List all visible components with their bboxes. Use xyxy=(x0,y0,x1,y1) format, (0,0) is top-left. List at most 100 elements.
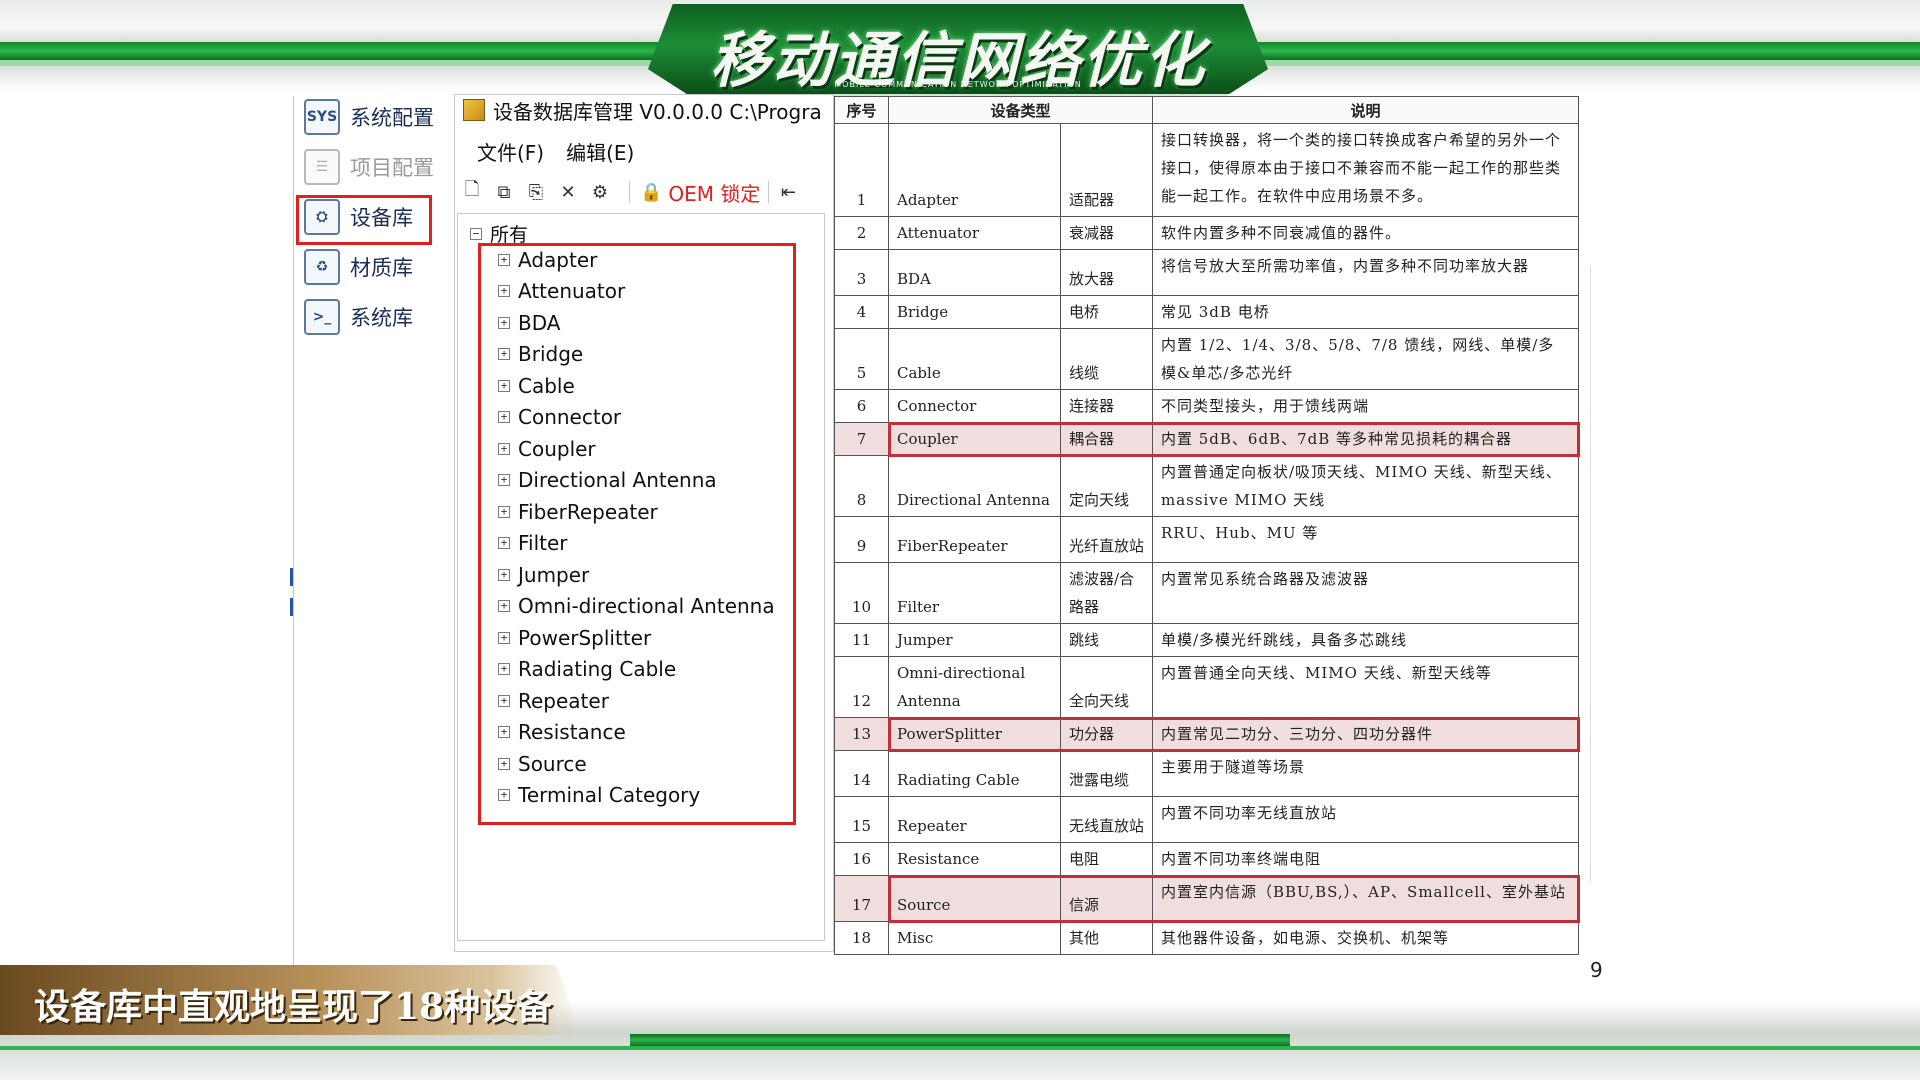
toolbar-separator xyxy=(768,181,770,203)
header-description: 说明 xyxy=(1152,96,1579,124)
table-row: 6 Connector 连接器 不同类型接头，用于馈线两端 xyxy=(834,389,1579,423)
device-name-en: FiberRepeater xyxy=(888,516,1061,563)
tree-highlight-box xyxy=(478,243,796,825)
table-row: 4 Bridge 电桥 常见 3dB 电桥 xyxy=(834,295,1579,329)
nav-label: 系统配置 xyxy=(350,106,434,130)
reference-table: 序号 设备类型 说明 1 Adapter 适配器 接口转换器，将一个类的接口转换成客户… xyxy=(834,96,1579,955)
device-description: 软件内置多种不同衰减值的器件。 xyxy=(1152,216,1579,250)
terminal-icon: >_ xyxy=(304,299,340,335)
oem-lock-label: OEM 锁定 xyxy=(668,181,761,206)
device-name-cn: 放大器 xyxy=(1060,249,1153,296)
lock-icon: 🔒 xyxy=(640,181,663,203)
window-title-bar: 设备数据库管理 V0.0.0.0 C:\Progra xyxy=(455,95,822,125)
device-name-cn: 电桥 xyxy=(1060,295,1153,329)
device-name-en: Radiating Cable xyxy=(888,750,1061,797)
device-name-cn: 连接器 xyxy=(1060,389,1153,423)
device-description: 内置 1/2、1/4、3/8、5/8、7/8 馈线，网线、单模/多模&单芯/多芯… xyxy=(1152,328,1579,390)
device-description: 主要用于隧道等场景 xyxy=(1152,750,1579,797)
new-doc-icon[interactable]: 🗋 xyxy=(461,179,483,203)
row-number: 11 xyxy=(834,623,889,657)
row-number: 16 xyxy=(834,842,889,876)
row-number: 8 xyxy=(834,455,889,517)
device-description: 内置普通定向板状/吸顶天线、MIMO 天线、新型天线、massive MIMO … xyxy=(1152,455,1579,517)
menu-edit[interactable]: 编辑(E) xyxy=(566,137,634,165)
row-number: 2 xyxy=(834,216,889,250)
bottom-green-line xyxy=(0,1046,1920,1050)
paste-doc-icon[interactable]: ⎘ xyxy=(525,181,547,203)
device-name-cn: 滤波器/合路器 xyxy=(1060,562,1153,624)
device-name-cn: 定向天线 xyxy=(1060,455,1153,517)
device-description: 内置不同功率终端电阻 xyxy=(1152,842,1579,876)
collapse-icon[interactable]: − xyxy=(470,227,482,240)
table-row: 18 Misc 其他 其他器件设备，如电源、交换机、机架等 xyxy=(834,921,1579,955)
toolbar-separator xyxy=(629,181,630,203)
table-row: 9 FiberRepeater 光纤直放站 RRU、Hub、MU 等 xyxy=(834,516,1579,563)
device-description: 其他器件设备，如电源、交换机、机架等 xyxy=(1152,921,1579,955)
recycle-icon: ♻ xyxy=(304,249,340,285)
sys-icon: SYS xyxy=(304,99,340,135)
row-number: 3 xyxy=(834,249,889,296)
device-name-en: Repeater xyxy=(888,796,1061,843)
table-row: 12 Omni-directional Antenna 全向天线 内置普通全向天线、M… xyxy=(834,656,1579,718)
device-name-cn: 跳线 xyxy=(1060,623,1153,657)
table-row: 3 BDA 放大器 将信号放大至所需功率值，内置多种不同功率放大器 xyxy=(834,249,1579,296)
device-description: 单模/多模光纤跳线，具备多芯跳线 xyxy=(1152,623,1579,657)
settings-icon[interactable]: ⚙ xyxy=(589,181,611,203)
device-description: 常见 3dB 电桥 xyxy=(1152,295,1579,329)
row-highlight-box xyxy=(887,716,1580,752)
device-description: 内置普通全向天线、MIMO 天线、新型天线等 xyxy=(1152,656,1579,718)
row-number: 6 xyxy=(834,389,889,423)
nav-item-material-library[interactable]: ♻ 材质库 xyxy=(304,246,444,288)
collapse-left-icon[interactable]: ⇤ xyxy=(777,181,799,203)
device-name-en: Attenuator xyxy=(888,216,1061,250)
nav-item-project-config[interactable]: ☰ 项目配置 xyxy=(304,146,444,188)
banner-subtitle: MOBILE COMMUNICATION NETWORK OPTIMIZATIO… xyxy=(834,80,1082,89)
device-description: 将信号放大至所需功率值，内置多种不同功率放大器 xyxy=(1152,249,1579,296)
row-number: 4 xyxy=(834,295,889,329)
nav-item-system-library[interactable]: >_ 系统库 xyxy=(304,296,444,338)
table-row: 15 Repeater 无线直放站 内置不同功率无线直放站 xyxy=(834,796,1579,843)
table-row: 10 Filter 滤波器/合路器 内置常见系统合路器及滤波器 xyxy=(834,562,1579,624)
device-name-cn: 线缆 xyxy=(1060,328,1153,390)
device-name-cn: 泄露电缆 xyxy=(1060,750,1153,797)
device-description: 接口转换器，将一个类的接口转换成客户希望的另外一个接口，使得原本由于接口不兼容而… xyxy=(1152,123,1579,217)
device-name-en: Adapter xyxy=(888,123,1061,217)
row-number: 17 xyxy=(834,875,889,922)
nav-item-system-config[interactable]: SYS 系统配置 xyxy=(304,96,444,138)
device-name-en: Bridge xyxy=(888,295,1061,329)
device-name-cn: 适配器 xyxy=(1060,123,1153,217)
menu-file[interactable]: 文件(F) xyxy=(477,137,544,165)
row-number: 15 xyxy=(834,796,889,843)
row-number: 13 xyxy=(834,717,889,751)
device-description: 内置常见系统合路器及滤波器 xyxy=(1152,562,1579,624)
device-name-cn: 其他 xyxy=(1060,921,1153,955)
table-row: 11 Jumper 跳线 单模/多模光纤跳线，具备多芯跳线 xyxy=(834,623,1579,657)
table-row: 1 Adapter 适配器 接口转换器，将一个类的接口转换成客户希望的另外一个接口，使… xyxy=(834,123,1579,217)
table-row: 8 Directional Antenna 定向天线 内置普通定向板状/吸顶天线、MI… xyxy=(834,455,1579,517)
row-number: 5 xyxy=(834,328,889,390)
device-name-en: Connector xyxy=(888,389,1061,423)
scrollbar[interactable] xyxy=(1590,266,1603,882)
device-name-en: Directional Antenna xyxy=(888,455,1061,517)
copy-doc-icon[interactable]: ⧉ xyxy=(493,181,515,203)
device-name-cn: 无线直放站 xyxy=(1060,796,1153,843)
row-number: 18 xyxy=(834,921,889,955)
device-reference-table: 序号 设备类型 说明 1 Adapter 适配器 接口转换器，将一个类的接口转换成客户… xyxy=(834,96,1586,980)
row-highlight-box xyxy=(887,874,1580,923)
device-name-en: Jumper xyxy=(888,623,1061,657)
selected-nav-highlight xyxy=(296,195,432,245)
device-description: 不同类型接头，用于馈线两端 xyxy=(1152,389,1579,423)
device-description: RRU、Hub、MU 等 xyxy=(1152,516,1579,563)
row-number: 12 xyxy=(834,656,889,718)
device-name-en: Omni-directional Antenna xyxy=(888,656,1061,718)
nav-label: 项目配置 xyxy=(350,156,434,180)
delete-doc-icon[interactable]: ✕ xyxy=(557,181,579,203)
table-row: 14 Radiating Cable 泄露电缆 主要用于隧道等场景 xyxy=(834,750,1579,797)
bottom-green-stripe xyxy=(630,1034,1290,1046)
oem-lock-button[interactable]: 🔒 OEM 锁定 xyxy=(640,178,760,207)
row-highlight-box xyxy=(887,421,1580,457)
device-name-en: Resistance xyxy=(888,842,1061,876)
table-row: 2 Attenuator 衰减器 软件内置多种不同衰减值的器件。 xyxy=(834,216,1579,250)
device-name-en: Cable xyxy=(888,328,1061,390)
caption-text: 设备库中直观地呈现了18种设备 xyxy=(34,986,553,1028)
